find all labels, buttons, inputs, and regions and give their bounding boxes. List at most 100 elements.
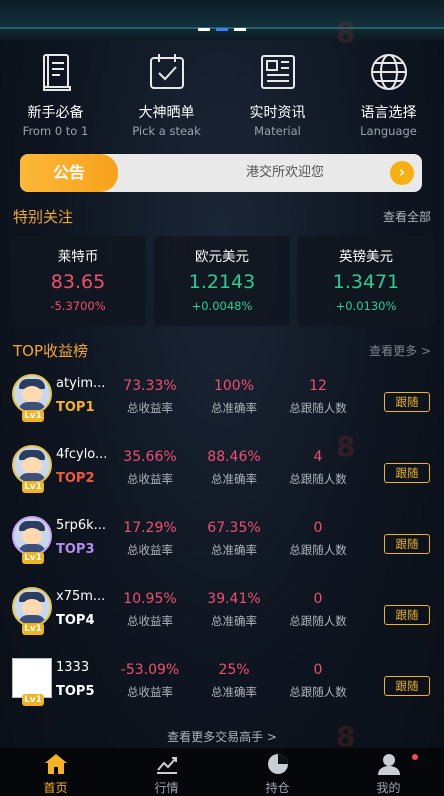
followers-label: 总跟随人数 — [289, 685, 347, 699]
followers-value: 4 — [313, 449, 323, 465]
avatar[interactable] — [12, 374, 52, 414]
asset-change: +0.0048% — [191, 299, 253, 313]
more-traders-link[interactable]: 查看更多交易高手 > — [0, 728, 444, 745]
stat-rate: -53.09% 总收益率 — [110, 660, 190, 704]
followers-label: 总跟随人数 — [289, 543, 347, 557]
follow-button[interactable]: 跟随 — [384, 676, 430, 696]
user-icon — [377, 754, 400, 775]
avatar[interactable] — [12, 445, 52, 485]
follow-button[interactable]: 跟随 — [384, 392, 430, 412]
banner-dot-active[interactable] — [216, 28, 228, 31]
rank-label: TOP5 — [56, 684, 95, 699]
tab-positions[interactable]: 持仓 — [222, 748, 333, 796]
stat-accuracy: 88.46% 总准确率 — [194, 447, 274, 491]
rate-label: 总收益率 — [127, 543, 173, 557]
level-badge: Lv1 — [22, 552, 44, 564]
accuracy-value: 39.41% — [207, 591, 261, 607]
nav-subtitle: From 0 to 1 — [22, 124, 89, 138]
accuracy-label: 总准确率 — [211, 614, 257, 628]
asset-name: 莱特币 — [57, 249, 99, 265]
notice-text[interactable]: 港交所欢迎您 — [180, 154, 390, 192]
follow-button[interactable]: 跟随 — [384, 605, 430, 625]
asset-change: +0.0130% — [335, 299, 397, 313]
news-icon — [260, 55, 295, 89]
stat-accuracy: 100% 总准确率 — [194, 376, 274, 420]
rank-label: TOP4 — [56, 613, 95, 628]
ranking-row[interactable]: Lv1 atyim... TOP1 73.33% 总收益率 100% 总准确率 … — [0, 374, 444, 444]
asset-price: 1.2143 — [188, 271, 256, 293]
stat-rate: 17.29% 总收益率 — [110, 518, 190, 562]
ranking-row[interactable]: Lv1 5rp6k... TOP3 17.29% 总收益率 67.35% 总准确… — [0, 516, 444, 586]
ranking-row[interactable]: Lv1 x75m... TOP4 10.95% 总收益率 39.41% 总准确率… — [0, 587, 444, 657]
ranking-row[interactable]: Lv1 4fcylo... TOP2 35.66% 总收益率 88.46% 总准… — [0, 445, 444, 515]
asset-name: 英镑美元 — [339, 249, 393, 265]
tab-profile[interactable]: 我的 — [333, 748, 444, 796]
tab-label: 我的 — [376, 781, 401, 795]
rate-label: 总收益率 — [127, 472, 173, 486]
asset-name: 欧元美元 — [195, 249, 249, 265]
stat-accuracy: 67.35% 总准确率 — [194, 518, 274, 562]
home-icon — [44, 754, 67, 774]
stat-accuracy: 39.41% 总准确率 — [194, 589, 274, 633]
stat-followers: 4 总跟随人数 — [278, 447, 358, 491]
banner-dot[interactable] — [234, 28, 246, 31]
rate-value: 35.66% — [123, 449, 177, 465]
follow-button[interactable]: 跟随 — [384, 534, 430, 554]
rate-value: 73.33% — [123, 378, 177, 394]
accuracy-value: 25% — [218, 662, 250, 678]
tab-market[interactable]: 行情 — [111, 748, 222, 796]
nav-subtitle: Pick a steak — [132, 124, 201, 138]
nav-beginner[interactable]: 新手必备 From 0 to 1 — [0, 50, 111, 140]
level-badge: Lv1 — [22, 694, 44, 706]
top-banner[interactable] — [0, 0, 444, 40]
stat-followers: 12 总跟随人数 — [278, 376, 358, 420]
ranking-title: TOP收益榜 — [13, 342, 89, 360]
banner-indicators — [0, 28, 444, 31]
rate-label: 总收益率 — [127, 401, 173, 415]
tab-label: 持仓 — [265, 781, 290, 795]
nav-language[interactable]: 语言选择 Language — [333, 50, 444, 140]
rank-label: TOP1 — [56, 400, 95, 415]
nav-show-orders[interactable]: 大神晒单 Pick a steak — [111, 50, 222, 140]
page: 8 8 8 8 新手必备 From 0 to 1 大神晒单 Pick a ste… — [0, 0, 444, 796]
trader-name: 4fcylo... — [56, 447, 108, 462]
watch-card[interactable]: 英镑美元 1.3471 +0.0130% — [298, 236, 434, 326]
follow-button[interactable]: 跟随 — [384, 463, 430, 483]
stat-followers: 0 总跟随人数 — [278, 518, 358, 562]
notice-bar[interactable]: 公告 港交所欢迎您 › — [20, 154, 422, 192]
watch-card[interactable]: 莱特币 83.65 -5.3700% — [10, 236, 146, 326]
tab-label: 行情 — [154, 781, 179, 795]
watch-cards: 莱特币 83.65 -5.3700% 欧元美元 1.2143 +0.0048% … — [10, 236, 434, 326]
followers-value: 0 — [313, 662, 323, 678]
avatar[interactable] — [12, 516, 52, 556]
banner-dot[interactable] — [198, 28, 210, 31]
followers-label: 总跟随人数 — [289, 614, 347, 628]
accuracy-label: 总准确率 — [211, 401, 257, 415]
tab-label: 首页 — [43, 781, 68, 795]
quick-nav: 新手必备 From 0 to 1 大神晒单 Pick a steak 实时资讯 … — [0, 50, 444, 140]
nav-news[interactable]: 实时资讯 Material — [222, 50, 333, 140]
watch-more-link[interactable]: 查看全部 — [383, 208, 431, 225]
rate-value: -53.09% — [120, 662, 180, 678]
accuracy-value: 100% — [213, 378, 255, 394]
accuracy-label: 总准确率 — [211, 685, 257, 699]
bottom-tab-bar: 首页 行情 持仓 我的 — [0, 748, 444, 796]
level-badge: Lv1 — [22, 410, 44, 422]
chevron-right-icon[interactable]: › — [390, 161, 414, 185]
asset-price: 83.65 — [50, 271, 106, 293]
stat-rate: 10.95% 总收益率 — [110, 589, 190, 633]
avatar[interactable] — [12, 658, 52, 698]
notification-dot — [412, 754, 418, 760]
ranking-row[interactable]: Lv1 1333 TOP5 -53.09% 总收益率 25% 总准确率 0 总跟… — [0, 658, 444, 728]
watch-card[interactable]: 欧元美元 1.2143 +0.0048% — [154, 236, 290, 326]
tab-home[interactable]: 首页 — [0, 748, 111, 796]
asset-change: -5.3700% — [50, 299, 106, 313]
stat-rate: 73.33% 总收益率 — [110, 376, 190, 420]
watch-title: 特别关注 — [13, 208, 74, 226]
pie-icon — [267, 754, 288, 774]
ranking-more-link[interactable]: 查看更多 > — [369, 342, 431, 359]
trader-name: 5rp6k... — [56, 518, 107, 533]
avatar[interactable] — [12, 587, 52, 627]
nav-title: 新手必备 — [27, 105, 84, 121]
trader-name: 1333 — [56, 660, 90, 675]
